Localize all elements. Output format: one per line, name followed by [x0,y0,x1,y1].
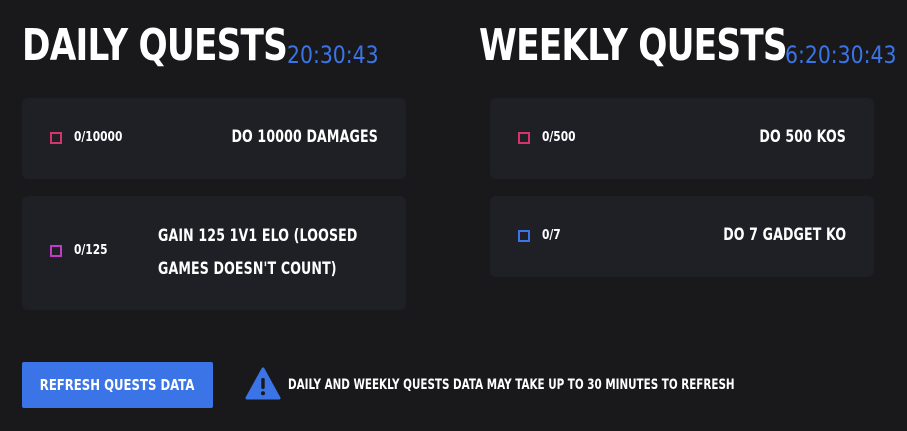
quest-status-checkbox [518,132,530,144]
quest-progress: 0/10000 [74,130,123,145]
quest-progress: 0/7 [542,228,561,243]
weekly-quest-card: 0/7 DO 7 GADGET KO [490,196,874,277]
quest-status-checkbox [50,245,62,257]
weekly-quests-timer: 6:20:30:43 [785,41,897,69]
refresh-quests-button[interactable]: REFRESH QUESTS DATA [22,362,213,408]
quest-name: DO 10000 DAMAGES [231,127,378,147]
warning-triangle-icon [245,367,281,400]
refresh-notice: DAILY AND WEEKLY QUESTS DATA MAY TAKE UP… [288,377,735,393]
daily-quests-title: DAILY QUESTS [22,20,288,71]
daily-quest-card: 0/125 GAIN 125 1V1 ELO (LOOSED GAMES DOE… [22,196,406,310]
quest-progress: 0/500 [542,130,576,145]
quest-name: DO 500 KOS [759,127,846,147]
quest-status-checkbox [50,132,62,144]
weekly-quests-title: WEEKLY QUESTS [479,20,788,71]
quest-progress: 0/125 [74,243,108,258]
quest-status-checkbox [518,230,530,242]
weekly-quest-card: 0/500 DO 500 KOS [490,98,874,179]
refresh-quests-label: REFRESH QUESTS DATA [40,376,195,394]
quest-name: DO 7 GADGET KO [723,225,846,245]
quest-name: GAIN 125 1V1 ELO (LOOSED GAMES DOESN'T C… [158,226,358,279]
daily-quests-timer: 20:30:43 [287,41,379,69]
daily-quest-card: 0/10000 DO 10000 DAMAGES [22,98,406,179]
